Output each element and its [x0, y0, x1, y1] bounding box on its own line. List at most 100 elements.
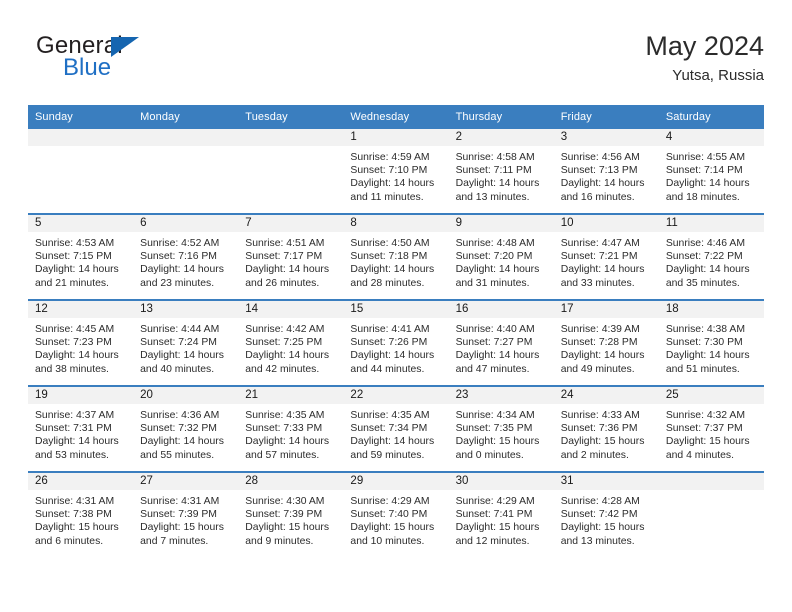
calendar-day-cell[interactable]: 6 Sunrise: 4:52 AM Sunset: 7:16 PM Daylight…: [133, 213, 239, 300]
sunrise-text: Sunrise: 4:47 AM: [560, 238, 640, 249]
day-number: 28: [238, 473, 344, 490]
calendar-day-cell[interactable]: 17 Sunrise: 4:39 AM Sunset: 7:28 PM Dayligh…: [553, 299, 659, 386]
calendar-day-cell[interactable]: 10 Sunrise: 4:47 AM Sunset: 7:21 PM Dayligh…: [553, 213, 659, 300]
calendar-day-cell[interactable]: 27 Sunrise: 4:31 AM Sunset: 7:39 PM Dayligh…: [133, 471, 239, 557]
sunset-text: Sunset: 7:34 PM: [350, 423, 428, 435]
sunset-text: Sunset: 7:39 PM: [245, 509, 323, 521]
sunset-text: Sunset: 7:11 PM: [455, 165, 532, 177]
day-details: Sunrise: 4:42 AM Sunset: 7:25 PM Daylight:…: [238, 318, 343, 376]
daylight-text: Daylight: 14 hours and 42 minutes.: [245, 350, 330, 375]
calendar-week-row: 5 Sunrise: 4:53 AM Sunset: 7:15 PM Daylight…: [28, 213, 764, 300]
calendar-day-cell[interactable]: 11 Sunrise: 4:46 AM Sunset: 7:22 PM Dayligh…: [658, 213, 764, 300]
sunrise-text: Sunrise: 4:36 AM: [140, 410, 220, 421]
day-details: Sunrise: 4:35 AM Sunset: 7:33 PM Daylight:…: [238, 404, 343, 462]
calendar-day-cell[interactable]: 5 Sunrise: 4:53 AM Sunset: 7:15 PM Daylight…: [28, 213, 134, 300]
sunrise-text: Sunrise: 4:31 AM: [140, 496, 220, 507]
calendar-day-cell[interactable]: 15 Sunrise: 4:41 AM Sunset: 7:26 PM Dayligh…: [343, 299, 449, 386]
calendar-day-cell[interactable]: 2 Sunrise: 4:58 AM Sunset: 7:11 PM Daylight…: [448, 129, 554, 214]
day-details: Sunrise: 4:55 AM Sunset: 7:14 PM Daylight:…: [659, 146, 764, 204]
page-header: General Blue May 2024 Yutsa, Russia: [28, 30, 764, 92]
day-number: [238, 129, 344, 146]
sunset-text: Sunset: 7:26 PM: [350, 337, 428, 349]
calendar-day-cell[interactable]: 9 Sunrise: 4:48 AM Sunset: 7:20 PM Daylight…: [448, 213, 554, 300]
day-number: 8: [343, 215, 449, 232]
sunrise-text: Sunrise: 4:35 AM: [350, 410, 430, 421]
weekday-header-monday: Monday: [133, 105, 239, 129]
calendar-day-cell[interactable]: 8 Sunrise: 4:50 AM Sunset: 7:18 PM Daylight…: [343, 213, 449, 300]
day-number: [658, 473, 764, 490]
calendar-week-row: 12 Sunrise: 4:45 AM Sunset: 7:23 PM Dayligh…: [28, 299, 764, 386]
calendar-day-cell[interactable]: 28 Sunrise: 4:30 AM Sunset: 7:39 PM Dayligh…: [238, 471, 344, 557]
day-details: Sunrise: 4:38 AM Sunset: 7:30 PM Daylight:…: [659, 318, 764, 376]
calendar-day-cell[interactable]: 12 Sunrise: 4:45 AM Sunset: 7:23 PM Dayligh…: [28, 299, 134, 386]
daylight-text: Daylight: 14 hours and 16 minutes.: [560, 178, 645, 203]
sunrise-text: Sunrise: 4:42 AM: [245, 324, 325, 335]
daylight-text: Daylight: 15 hours and 2 minutes.: [560, 436, 645, 461]
calendar-day-cell[interactable]: 14 Sunrise: 4:42 AM Sunset: 7:25 PM Dayligh…: [238, 299, 344, 386]
calendar-day-cell[interactable]: 7 Sunrise: 4:51 AM Sunset: 7:17 PM Daylight…: [238, 213, 344, 300]
calendar-cell-empty: [28, 129, 134, 214]
sunrise-text: Sunrise: 4:33 AM: [560, 410, 640, 421]
calendar-day-cell[interactable]: 29 Sunrise: 4:29 AM Sunset: 7:40 PM Dayligh…: [343, 471, 449, 557]
page-title: May 2024: [645, 31, 764, 61]
daylight-text: Daylight: 14 hours and 31 minutes.: [455, 264, 540, 289]
calendar-day-cell[interactable]: 25 Sunrise: 4:32 AM Sunset: 7:37 PM Dayligh…: [658, 385, 764, 472]
sunset-text: Sunset: 7:38 PM: [35, 509, 112, 521]
day-details: Sunrise: 4:31 AM Sunset: 7:39 PM Daylight:…: [133, 490, 238, 548]
calendar-day-cell[interactable]: 24 Sunrise: 4:33 AM Sunset: 7:36 PM Dayligh…: [553, 385, 659, 472]
daylight-text: Daylight: 14 hours and 18 minutes.: [665, 178, 750, 203]
daylight-text: Daylight: 14 hours and 51 minutes.: [665, 350, 750, 375]
day-number: 4: [658, 129, 764, 146]
calendar-day-cell[interactable]: 30 Sunrise: 4:29 AM Sunset: 7:41 PM Dayligh…: [448, 471, 554, 557]
calendar-day-cell[interactable]: 1 Sunrise: 4:59 AM Sunset: 7:10 PM Daylight…: [343, 129, 449, 214]
daylight-text: Daylight: 14 hours and 13 minutes.: [455, 178, 540, 203]
calendar-body: 1 Sunrise: 4:59 AM Sunset: 7:10 PM Daylight…: [28, 129, 764, 557]
sunrise-text: Sunrise: 4:35 AM: [245, 410, 325, 421]
calendar-day-cell[interactable]: 3 Sunrise: 4:56 AM Sunset: 7:13 PM Daylight…: [553, 129, 659, 214]
logo-text-blue: Blue: [63, 54, 112, 81]
daylight-text: Daylight: 14 hours and 38 minutes.: [35, 350, 119, 375]
sunset-text: Sunset: 7:36 PM: [560, 423, 638, 435]
calendar-day-cell[interactable]: 31 Sunrise: 4:28 AM Sunset: 7:42 PM Dayligh…: [553, 471, 659, 557]
calendar-day-cell[interactable]: 4 Sunrise: 4:55 AM Sunset: 7:14 PM Daylight…: [658, 129, 764, 214]
calendar-day-cell[interactable]: 19 Sunrise: 4:37 AM Sunset: 7:31 PM Dayligh…: [28, 385, 134, 472]
sunset-text: Sunset: 7:14 PM: [665, 165, 743, 177]
sunset-text: Sunset: 7:31 PM: [35, 423, 112, 435]
day-number: 3: [553, 129, 659, 146]
sunrise-text: Sunrise: 4:59 AM: [350, 152, 430, 163]
sunrise-text: Sunrise: 4:44 AM: [140, 324, 220, 335]
day-number: 10: [553, 215, 659, 232]
day-number: 31: [553, 473, 659, 490]
day-number: [28, 129, 134, 146]
calendar-day-cell[interactable]: 18 Sunrise: 4:38 AM Sunset: 7:30 PM Dayligh…: [658, 299, 764, 386]
daylight-text: Daylight: 14 hours and 21 minutes.: [35, 264, 119, 289]
sunset-text: Sunset: 7:10 PM: [350, 165, 428, 177]
daylight-text: Daylight: 14 hours and 11 minutes.: [350, 178, 435, 203]
day-details: Sunrise: 4:35 AM Sunset: 7:34 PM Daylight:…: [343, 404, 448, 462]
sunset-text: Sunset: 7:18 PM: [350, 251, 428, 263]
calendar-page: General Blue May 2024 Yutsa, Russia Sund…: [0, 0, 792, 612]
day-details: Sunrise: 4:34 AM Sunset: 7:35 PM Daylight:…: [449, 404, 554, 462]
daylight-text: Daylight: 14 hours and 33 minutes.: [560, 264, 645, 289]
calendar-day-cell[interactable]: 21 Sunrise: 4:35 AM Sunset: 7:33 PM Dayligh…: [238, 385, 344, 472]
calendar-day-cell[interactable]: 26 Sunrise: 4:31 AM Sunset: 7:38 PM Dayligh…: [28, 471, 134, 557]
day-details: Sunrise: 4:50 AM Sunset: 7:18 PM Daylight:…: [343, 232, 448, 290]
weekday-header-friday: Friday: [553, 105, 659, 129]
sunset-text: Sunset: 7:22 PM: [665, 251, 743, 263]
sunset-text: Sunset: 7:13 PM: [560, 165, 638, 177]
day-details: Sunrise: 4:30 AM Sunset: 7:39 PM Daylight:…: [238, 490, 343, 548]
day-details: Sunrise: 4:29 AM Sunset: 7:40 PM Daylight:…: [343, 490, 448, 548]
calendar-day-cell[interactable]: 23 Sunrise: 4:34 AM Sunset: 7:35 PM Dayligh…: [448, 385, 554, 472]
day-details: Sunrise: 4:45 AM Sunset: 7:23 PM Daylight:…: [28, 318, 133, 376]
sunset-text: Sunset: 7:42 PM: [560, 509, 638, 521]
calendar-day-cell[interactable]: 16 Sunrise: 4:40 AM Sunset: 7:27 PM Dayligh…: [448, 299, 554, 386]
weekday-header-wednesday: Wednesday: [343, 105, 449, 129]
sunrise-text: Sunrise: 4:46 AM: [665, 238, 745, 249]
calendar-cell-empty: [658, 471, 764, 557]
day-details: Sunrise: 4:33 AM Sunset: 7:36 PM Daylight:…: [554, 404, 659, 462]
calendar-day-cell[interactable]: 22 Sunrise: 4:35 AM Sunset: 7:34 PM Dayligh…: [343, 385, 449, 472]
calendar-day-cell[interactable]: 13 Sunrise: 4:44 AM Sunset: 7:24 PM Dayligh…: [133, 299, 239, 386]
sunset-text: Sunset: 7:27 PM: [455, 337, 533, 349]
sunset-text: Sunset: 7:37 PM: [665, 423, 743, 435]
calendar-day-cell[interactable]: 20 Sunrise: 4:36 AM Sunset: 7:32 PM Dayligh…: [133, 385, 239, 472]
